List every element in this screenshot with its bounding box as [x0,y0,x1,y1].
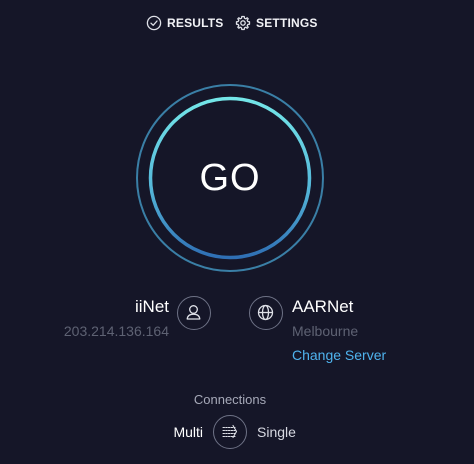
user-icon [186,305,201,320]
isp-name: iiNet [134,297,169,316]
server-name: AARNet [292,297,354,316]
multi-connection-icon [222,424,238,439]
multi-connection-option[interactable]: Multi [173,424,203,440]
single-connection-option[interactable]: Single [257,424,296,440]
connections-title: Connections [193,392,267,407]
check-circle-icon [146,15,162,31]
server-icon-circle [249,296,283,330]
isp-ip-address: 203.214.136.164 [63,323,169,339]
settings-nav-button[interactable]: SETTINGS [235,13,318,33]
globe-icon [257,304,274,321]
server-location: Melbourne [292,323,359,339]
top-nav: RESULTS SETTINGS [0,13,474,33]
gear-icon [235,15,251,31]
go-button-inner-ring [148,96,312,260]
results-nav-label: RESULTS [167,16,224,30]
results-nav-button[interactable]: RESULTS [146,13,224,33]
isp-icon-circle [177,296,211,330]
change-server-link[interactable]: Change Server [292,347,386,363]
settings-nav-label: SETTINGS [256,16,318,30]
connection-mode-toggle[interactable] [213,415,247,449]
